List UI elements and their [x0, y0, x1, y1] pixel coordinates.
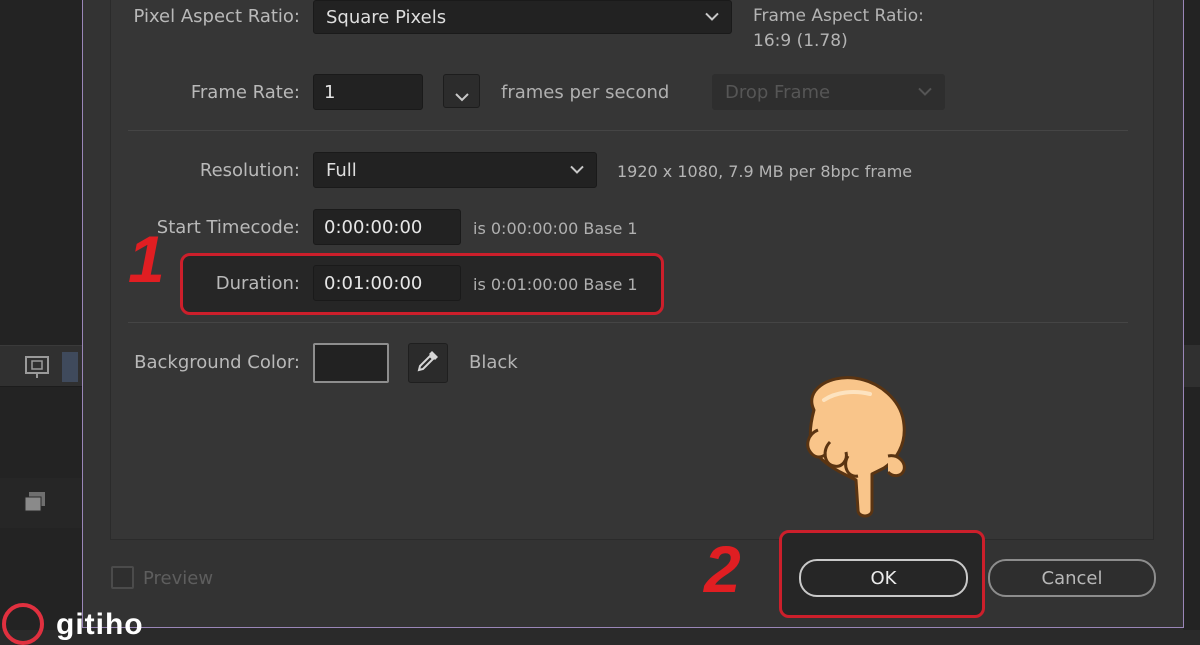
frames-per-second-label: frames per second: [501, 82, 670, 103]
chevron-down-icon: [918, 80, 932, 101]
separator: [128, 322, 1128, 323]
pointing-hand-icon: [784, 370, 924, 524]
ok-button[interactable]: OK: [799, 559, 968, 597]
background-app-panel-strip: [0, 478, 82, 528]
frame-aspect-ratio-label: Frame Aspect Ratio:: [753, 6, 924, 26]
step-2-annotation: 2: [704, 532, 741, 606]
frame-rate-presets-button[interactable]: [443, 74, 480, 108]
pixel-aspect-ratio-label: Pixel Aspect Ratio:: [133, 6, 301, 27]
frame-rate-input[interactable]: 1: [313, 74, 423, 110]
pixel-aspect-ratio-value: Square Pixels: [326, 6, 447, 28]
separator: [128, 130, 1128, 131]
chevron-down-icon: [455, 87, 469, 106]
chevron-down-icon: [570, 158, 584, 179]
toolbar-toggle-icon: [62, 352, 78, 382]
resolution-value: Full: [326, 159, 357, 181]
drop-frame-value: Drop Frame: [725, 81, 831, 103]
background-app-toolbar-right: [1183, 345, 1200, 387]
background-color-label: Background Color:: [134, 352, 300, 373]
gitiho-logo-text: gitiho: [56, 608, 144, 641]
drop-frame-select[interactable]: Drop Frame: [712, 74, 945, 110]
start-timecode-input[interactable]: 0:00:00:00: [313, 209, 461, 245]
duration-input[interactable]: 0:01:00:00: [313, 265, 461, 301]
eyedropper-icon: [415, 348, 441, 378]
layers-icon: [22, 490, 48, 518]
region-icon: [24, 354, 52, 384]
start-timecode-info: is 0:00:00:00 Base 1: [473, 219, 638, 238]
background-color-swatch[interactable]: [313, 343, 389, 383]
background-app-toolbar-left: [0, 345, 82, 387]
resolution-label: Resolution:: [199, 160, 300, 181]
resolution-select[interactable]: Full: [313, 152, 597, 188]
background-app-panel-left: [0, 0, 82, 630]
background-color-name: Black: [469, 352, 518, 373]
pixel-aspect-ratio-select[interactable]: Square Pixels: [313, 0, 732, 34]
background-app-panel-right: [1183, 0, 1200, 630]
duration-info: is 0:01:00:00 Base 1: [473, 275, 638, 294]
cancel-button[interactable]: Cancel: [988, 559, 1156, 597]
frame-rate-label: Frame Rate:: [190, 82, 300, 103]
gitiho-logo-icon: [2, 603, 44, 645]
duration-label: Duration:: [215, 273, 300, 294]
resolution-info: 1920 x 1080, 7.9 MB per 8bpc frame: [617, 162, 913, 181]
frame-aspect-ratio-value: 16:9 (1.78): [753, 31, 848, 51]
eyedropper-button[interactable]: [408, 343, 448, 383]
preview-label: Preview: [143, 568, 214, 589]
chevron-down-icon: [705, 5, 719, 26]
preview-checkbox[interactable]: [111, 566, 134, 589]
